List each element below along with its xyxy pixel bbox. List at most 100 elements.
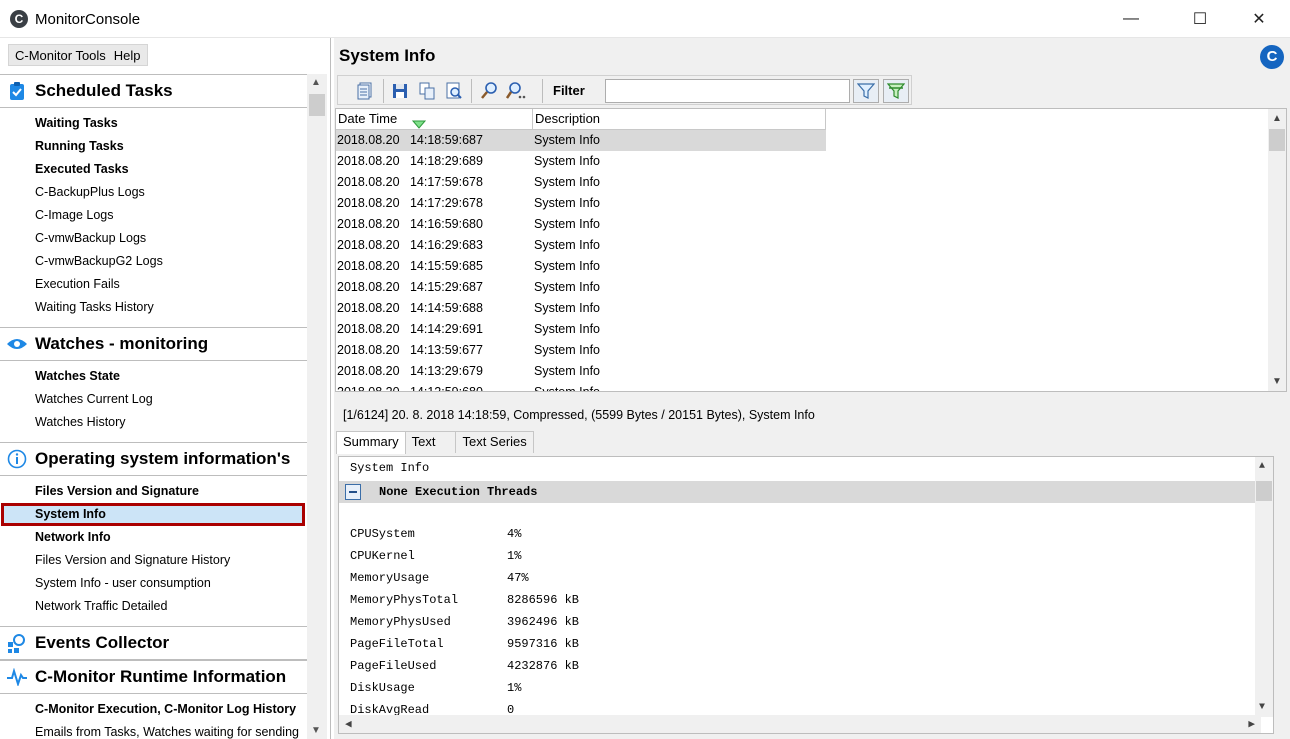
summary-row: MemoryPhysUsed 3962496 kB [350, 615, 579, 629]
find-next-icon[interactable] [505, 80, 527, 102]
summary-key: PageFileUsed [350, 659, 437, 673]
filter-clear-icon[interactable] [883, 79, 909, 103]
filter-apply-icon[interactable] [853, 79, 879, 103]
toolbar: Filter [337, 75, 912, 105]
summary-value: 3962496 kB [507, 615, 580, 629]
collapse-icon[interactable] [345, 484, 361, 500]
menu-c-monitor-tools[interactable]: C-Monitor Tools [15, 47, 106, 65]
nav-section-header[interactable]: Scheduled Tasks [0, 74, 307, 108]
find-icon[interactable] [478, 80, 500, 102]
table-row[interactable]: 2018.08.20 14:12:59:680 System Info [336, 382, 1266, 392]
table-row[interactable]: 2018.08.20 14:13:29:679 System Info [336, 361, 1266, 382]
scroll-right-icon[interactable]: ▶ [1248, 717, 1255, 731]
grid-scrollbar[interactable]: ▲ ▼ [1268, 109, 1286, 391]
table-row[interactable]: 2018.08.20 14:13:59:677 System Info [336, 340, 1266, 361]
nav-item[interactable]: System Info - user consumption [0, 572, 307, 595]
scroll-down-icon[interactable]: ▼ [311, 725, 321, 736]
close-button[interactable]: ✕ [1236, 0, 1282, 38]
scroll-up-icon[interactable]: ▲ [1259, 461, 1265, 472]
scroll-down-icon[interactable]: ▼ [1272, 376, 1282, 387]
nav-item[interactable]: C-vmwBackupG2 Logs [0, 250, 307, 273]
nav-item[interactable]: C-vmwBackup Logs [0, 227, 307, 250]
tab-summary[interactable]: Summary [336, 431, 406, 454]
scroll-up-icon[interactable]: ▲ [1272, 113, 1282, 124]
summary-key: MemoryPhysUsed [350, 615, 451, 629]
table-row[interactable]: 2018.08.20 14:15:59:685 System Info [336, 256, 1266, 277]
tab-text[interactable]: Text [404, 431, 457, 453]
nav-section: Watches - monitoring Watches State Watches… [0, 327, 307, 442]
table-row[interactable]: 2018.08.20 14:16:59:680 System Info [336, 214, 1266, 235]
nav-item[interactable]: Waiting Tasks [0, 112, 307, 135]
nav-item[interactable]: C-Monitor Execution, C-Monitor Log Histo… [0, 698, 307, 721]
table-row[interactable]: 2018.08.20 14:18:59:687 System Info [336, 130, 826, 151]
nav-item[interactable]: Files Version and Signature History [0, 549, 307, 572]
cell-description: System Info [534, 175, 600, 189]
pulse-icon [6, 666, 28, 688]
nav-item[interactable]: Files Version and Signature [0, 480, 307, 503]
filter-input[interactable] [605, 79, 850, 103]
nav-section: Events Collector [0, 626, 307, 660]
nav-item[interactable]: Watches Current Log [0, 388, 307, 411]
nav-item[interactable]: C-BackupPlus Logs [0, 181, 307, 204]
column-header-datetime[interactable]: Date Time [336, 109, 533, 130]
copy-icon[interactable] [416, 80, 438, 102]
scroll-up-icon[interactable]: ▲ [311, 77, 321, 88]
view-record-icon[interactable] [354, 80, 376, 102]
nav-section-header[interactable]: Watches - monitoring [0, 327, 307, 361]
navigation-tree: Scheduled Tasks Waiting Tasks Running Task… [0, 74, 307, 739]
summary-row: MemoryUsage 47% [350, 571, 529, 585]
nav-section: Scheduled Tasks Waiting Tasks Running Task… [0, 74, 307, 327]
scroll-left-icon[interactable]: ◀ [345, 717, 352, 731]
nav-section-header[interactable]: Events Collector [0, 626, 307, 660]
nav-item[interactable]: Network Info [0, 526, 307, 549]
detail-scroll-thumb[interactable] [1256, 481, 1272, 501]
detail-hscrollbar[interactable]: ◀ ▶ [339, 715, 1261, 733]
nav-section-header[interactable]: C-Monitor Runtime Information [0, 660, 307, 694]
clipboard-check-icon [6, 80, 28, 102]
table-row[interactable]: 2018.08.20 14:16:29:683 System Info [336, 235, 1266, 256]
nav-scrollbar[interactable]: ▲ ▼ [307, 74, 327, 739]
summary-key: PageFileTotal [350, 637, 444, 651]
cell-datetime: 2018.08.20 14:12:59:680 [337, 385, 483, 392]
nav-item[interactable]: Network Traffic Detailed [0, 595, 307, 618]
summary-row: PageFileTotal 9597316 kB [350, 637, 579, 651]
preview-icon[interactable] [443, 80, 465, 102]
nav-item[interactable]: System Info [1, 503, 305, 526]
nav-item[interactable]: Execution Fails [0, 273, 307, 296]
nav-item[interactable]: Emails from Tasks, Watches waiting for s… [0, 721, 307, 739]
table-row[interactable]: 2018.08.20 14:17:59:678 System Info [336, 172, 1266, 193]
summary-key: MemoryUsage [350, 571, 430, 585]
group-title: None Execution Threads [379, 485, 538, 499]
nav-section-header[interactable]: Operating system information's [0, 442, 307, 476]
summary-key: DiskUsage [350, 681, 415, 695]
menu-help[interactable]: Help [114, 47, 141, 65]
nav-item[interactable]: Waiting Tasks History [0, 296, 307, 319]
table-row[interactable]: 2018.08.20 14:14:29:691 System Info [336, 319, 1266, 340]
save-icon[interactable] [389, 80, 411, 102]
cell-description: System Info [534, 259, 600, 273]
maximize-button[interactable]: ☐ [1177, 0, 1223, 38]
grid-scroll-thumb[interactable] [1269, 129, 1285, 151]
nav-section-title: Watches - monitoring [35, 334, 209, 353]
table-row[interactable]: 2018.08.20 14:17:29:678 System Info [336, 193, 1266, 214]
nav-item[interactable]: Executed Tasks [0, 158, 307, 181]
scroll-down-icon[interactable]: ▼ [1259, 702, 1265, 713]
cell-datetime: 2018.08.20 14:15:29:687 [337, 280, 483, 294]
nav-item[interactable]: Watches State [0, 365, 307, 388]
table-row[interactable]: 2018.08.20 14:14:59:688 System Info [336, 298, 1266, 319]
nav-item[interactable]: C-Image Logs [0, 204, 307, 227]
tab-text-series[interactable]: Text Series [455, 431, 534, 453]
minimize-button[interactable]: — [1108, 0, 1154, 38]
nav-section-title: Events Collector [35, 633, 170, 652]
nav-scroll-thumb[interactable] [309, 94, 325, 116]
detail-heading: System Info [350, 461, 430, 475]
info-icon [6, 448, 28, 470]
nav-item[interactable]: Running Tasks [0, 135, 307, 158]
detail-scrollbar[interactable]: ▲ ▼ [1255, 457, 1273, 717]
column-header-description[interactable]: Description [533, 109, 826, 130]
table-row[interactable]: 2018.08.20 14:15:29:687 System Info [336, 277, 1266, 298]
nav-item[interactable]: Watches History [0, 411, 307, 434]
cell-datetime: 2018.08.20 14:14:29:691 [337, 322, 483, 336]
table-row[interactable]: 2018.08.20 14:18:29:689 System Info [336, 151, 1266, 172]
content-pane: System Info C Filter Date Time Descripti… [334, 38, 1290, 739]
